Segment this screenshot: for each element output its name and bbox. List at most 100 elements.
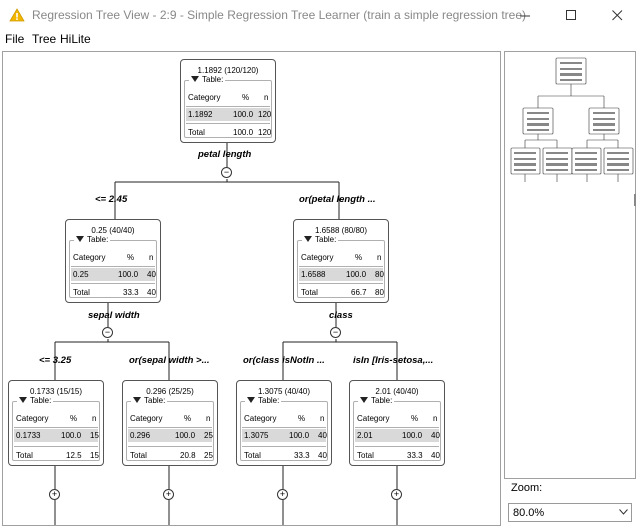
- table-header-row: Category % n: [130, 414, 211, 423]
- table-label[interactable]: Table:: [74, 235, 111, 244]
- table-total-row: Total 33.3 40: [244, 451, 327, 460]
- table-label[interactable]: Table:: [131, 396, 168, 405]
- menu-file[interactable]: File: [5, 32, 24, 46]
- table-divider: [242, 427, 326, 428]
- tree-node-root[interactable]: 1.1892 (120/120) Table: Category % n 1.1…: [180, 59, 276, 143]
- node-table: Table: Category % n 0.1733 100.0 15 Tota…: [12, 396, 100, 461]
- menu-tree[interactable]: Tree: [32, 32, 56, 46]
- table-divider: [71, 283, 155, 284]
- collapse-toggle-icon[interactable]: −: [330, 327, 341, 338]
- table-divider: [355, 446, 439, 447]
- table-header-row: Category % n: [244, 414, 325, 423]
- node-table: Table: Category % n 1.1892 100.0 120 Tot…: [184, 75, 272, 138]
- collapse-triangle-icon: [191, 76, 199, 82]
- tree-overview-panel[interactable]: [504, 51, 636, 479]
- table-label[interactable]: Table:: [358, 396, 395, 405]
- table-row[interactable]: 1.1892 100.0 120: [186, 108, 271, 121]
- split-attribute-label: class: [329, 310, 353, 321]
- tree-node-leaf[interactable]: 0.1733 (15/15) Table: Category % n 0.173…: [8, 380, 104, 466]
- table-header-row: Category % n: [16, 414, 97, 423]
- chevron-down-icon: [619, 509, 628, 515]
- table-header-row: Category % n: [73, 253, 154, 262]
- tree-view-panel[interactable]: 1.1892 (120/120) Table: Category % n 1.1…: [2, 51, 501, 526]
- table-total-row: Total 100.0 120: [188, 128, 272, 137]
- branch-condition-label: <= 3.25: [39, 355, 72, 366]
- zoom-select[interactable]: 80.0%: [508, 503, 632, 522]
- node-table: Table: Category % n 0.296 100.0 25 Total…: [126, 396, 214, 461]
- split-attribute-label: sepal width: [88, 310, 140, 321]
- table-divider: [299, 283, 383, 284]
- table-divider: [128, 427, 212, 428]
- maximize-icon: [565, 9, 576, 20]
- table-total-row: Total 66.7 80: [301, 288, 384, 297]
- table-label[interactable]: Table:: [302, 235, 339, 244]
- zoom-label: Zoom:: [511, 482, 543, 494]
- close-button[interactable]: [594, 0, 640, 30]
- tree-node-left[interactable]: 0.25 (40/40) Table: Category % n 0.25 10…: [65, 219, 161, 303]
- minimize-icon: [519, 15, 530, 16]
- table-header-row: Category % n: [301, 253, 382, 262]
- table-total-row: Total 12.5 15: [16, 451, 99, 460]
- tree-node-leaf[interactable]: 2.01 (40/40) Table: Category % n 2.01 10…: [349, 380, 445, 466]
- table-total-row: Total 33.3 40: [357, 451, 440, 460]
- collapse-triangle-icon: [76, 236, 84, 242]
- table-total-row: Total 20.8 25: [130, 451, 213, 460]
- node-table: Table: Category % n 0.25 100.0 40 Total …: [69, 235, 157, 298]
- node-title: 1.1892 (120/120): [197, 66, 259, 75]
- tree-node-leaf[interactable]: 1.3075 (40/40) Table: Category % n 1.307…: [236, 380, 332, 466]
- node-title: 1.3075 (40/40): [257, 387, 311, 396]
- branch-condition-label: or(petal length ...: [299, 194, 376, 205]
- tree-overview-thumbnail: [510, 57, 634, 182]
- menu-bar: File Tree HiLite: [0, 30, 640, 50]
- node-title: 0.1733 (15/15): [29, 387, 83, 396]
- table-divider: [299, 266, 383, 267]
- branch-condition-label: <= 2.45: [95, 194, 128, 205]
- node-title: 2.01 (40/40): [375, 387, 419, 396]
- table-total-row: Total 33.3 40: [73, 288, 156, 297]
- table-header-row: Category % n: [188, 93, 269, 102]
- collapse-triangle-icon: [360, 397, 368, 403]
- table-divider: [242, 446, 326, 447]
- node-table: Table: Category % n 1.6588 100.0 80 Tota…: [297, 235, 385, 298]
- collapse-triangle-icon: [133, 397, 141, 403]
- expand-toggle-icon[interactable]: +: [277, 489, 288, 500]
- tree-node-leaf[interactable]: 0.296 (25/25) Table: Category % n 0.296 …: [122, 380, 218, 466]
- collapse-triangle-icon: [304, 236, 312, 242]
- collapse-toggle-icon[interactable]: −: [102, 327, 113, 338]
- table-divider: [14, 427, 98, 428]
- overview-scrollbar[interactable]: [634, 194, 636, 206]
- node-table: Table: Category % n 2.01 100.0 40 Total …: [353, 396, 441, 461]
- table-row[interactable]: 1.3075 100.0 40: [242, 429, 327, 442]
- table-label[interactable]: Table:: [245, 396, 282, 405]
- tree-node-right[interactable]: 1.6588 (80/80) Table: Category % n 1.658…: [293, 219, 389, 303]
- branch-condition-label: or(sepal width >...: [129, 355, 210, 366]
- table-row[interactable]: 0.25 100.0 40: [71, 268, 156, 281]
- table-row[interactable]: 1.6588 100.0 80: [299, 268, 384, 281]
- table-label[interactable]: Table:: [17, 396, 54, 405]
- collapse-triangle-icon: [247, 397, 255, 403]
- table-label[interactable]: Table:: [189, 75, 226, 84]
- node-table: Table: Category % n 1.3075 100.0 40 Tota…: [240, 396, 328, 461]
- branch-condition-label: isIn [Iris-setosa,...: [353, 355, 434, 366]
- table-divider: [355, 427, 439, 428]
- maximize-button[interactable]: [548, 0, 594, 30]
- warning-triangle-icon: [9, 8, 25, 22]
- node-title: 1.6588 (80/80): [314, 226, 368, 235]
- expand-toggle-icon[interactable]: +: [49, 489, 60, 500]
- table-divider: [71, 266, 155, 267]
- minimize-button[interactable]: [502, 0, 548, 30]
- table-row[interactable]: 0.1733 100.0 15: [14, 429, 99, 442]
- expand-toggle-icon[interactable]: +: [391, 489, 402, 500]
- collapse-triangle-icon: [19, 397, 27, 403]
- menu-hilite[interactable]: HiLite: [60, 32, 91, 46]
- table-header-row: Category % n: [357, 414, 438, 423]
- table-divider: [186, 123, 270, 124]
- collapse-toggle-icon[interactable]: −: [221, 167, 232, 178]
- window-title: Regression Tree View - 2:9 - Simple Regr…: [32, 8, 526, 22]
- table-row[interactable]: 0.296 100.0 25: [128, 429, 213, 442]
- table-divider: [14, 446, 98, 447]
- expand-toggle-icon[interactable]: +: [163, 489, 174, 500]
- branch-condition-label: or(class isNotIn ...: [243, 355, 325, 366]
- table-row[interactable]: 2.01 100.0 40: [355, 429, 440, 442]
- node-title: 0.25 (40/40): [91, 226, 135, 235]
